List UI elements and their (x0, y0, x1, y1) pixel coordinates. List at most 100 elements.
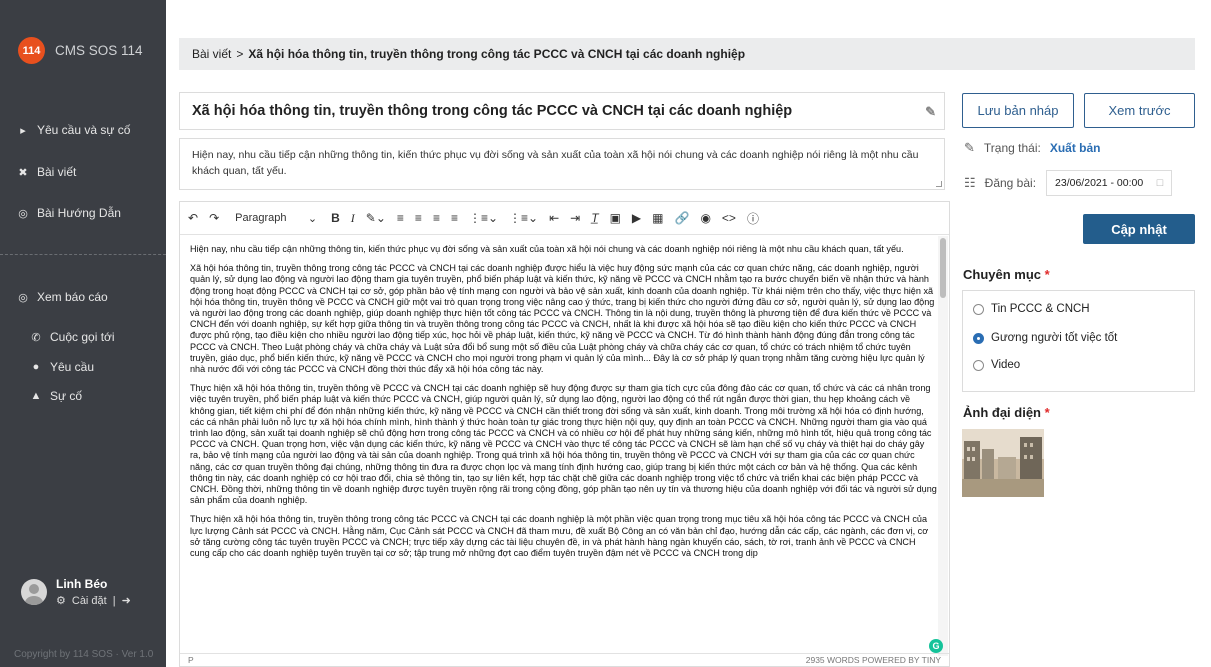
category-title-text: Chuyên mục (963, 267, 1042, 282)
outdent-icon[interactable]: ⇤ (549, 211, 559, 225)
post-title: Xã hội hóa thông tin, truyền thông trong… (192, 103, 793, 119)
compass-icon: ◎ (18, 207, 28, 220)
sidebar-item-label: Bài viết (37, 165, 77, 179)
chevron-down-icon: ⌄ (307, 212, 318, 225)
preview-eye-icon[interactable]: ◉ (700, 211, 710, 225)
link-icon[interactable]: 🔗 (674, 211, 689, 225)
sidebar-item-guides[interactable]: ◎ Bài Hướng Dẫn (16, 206, 121, 220)
format-select[interactable]: Paragraph ⌄ (235, 212, 317, 225)
sidebar-item-incidents[interactable]: ▲ Sự cố (29, 389, 83, 403)
breadcrumb-root[interactable]: Bài viết (192, 47, 231, 61)
undo-icon[interactable]: ↶ (188, 211, 198, 225)
breadcrumb-separator: > (236, 47, 244, 61)
italic-icon[interactable]: I (351, 211, 355, 226)
required-mark: * (1044, 267, 1050, 282)
brand-name: CMS SOS 114 (55, 43, 143, 58)
editor-toolbar: ↶ ↷ Paragraph ⌄ B I ✎⌄ ≡ ≡ ≡ ≡ ⋮≡⌄ ⋮≡⌄ ⇤… (180, 202, 949, 235)
radio-button[interactable] (973, 359, 984, 371)
publish-label: Đăng bài: (984, 176, 1037, 190)
fire-icon: ▲ (30, 390, 42, 402)
featured-image[interactable] (962, 429, 1044, 497)
source-code-icon[interactable]: <> (722, 211, 736, 225)
category-title: Chuyên mục * (963, 267, 1050, 282)
radio-button-selected[interactable] (973, 332, 984, 344)
category-option-label: Tin PCCC & CNCH (991, 303, 1090, 315)
align-right-icon[interactable]: ≡ (433, 211, 440, 225)
help-icon[interactable]: ⓘ (747, 210, 759, 227)
category-option[interactable]: Video (973, 359, 1020, 371)
media-icon[interactable]: ▶ (632, 211, 641, 225)
align-center-icon[interactable]: ≡ (415, 211, 422, 225)
update-button[interactable]: Cập nhật (1083, 214, 1195, 244)
publish-date-input[interactable]: 23/06/2021 - 00:00 □ (1046, 170, 1173, 196)
sidebar-item-label: Xem báo cáo (37, 290, 108, 304)
featured-image-graphic (962, 429, 1044, 497)
category-option-label: Video (991, 359, 1021, 371)
edit-icon[interactable]: ✎ (925, 104, 936, 120)
breadcrumb: Bài viết > Xã hội hóa thông tin, truyền … (179, 38, 1195, 70)
paragraph: Xã hội hóa thông tin, truyền thông trong… (190, 263, 935, 375)
element-path: P (188, 655, 194, 665)
megaphone-icon: ▸ (20, 124, 26, 137)
align-left-icon[interactable]: ≡ (397, 211, 404, 225)
calendar-icon: ☷ (964, 175, 976, 190)
status-value[interactable]: Xuất bản (1050, 141, 1101, 155)
avatar-section-title: Ảnh đại diện * (963, 405, 1050, 420)
brand[interactable]: 114 CMS SOS 114 (18, 37, 143, 64)
compass-icon: ◎ (18, 291, 28, 304)
indent-icon[interactable]: ⇥ (570, 211, 580, 225)
align-justify-icon[interactable]: ≡ (451, 211, 458, 225)
radio-button[interactable] (973, 303, 984, 315)
tools-icon: ✖ (18, 166, 28, 179)
gear-icon[interactable]: ⚙ (56, 594, 66, 607)
category-option[interactable]: Tin PCCC & CNCH (973, 303, 1090, 315)
redo-icon[interactable]: ↷ (209, 211, 219, 225)
bold-icon[interactable]: B (331, 211, 340, 225)
category-list: Tin PCCC & CNCH Gương người tốt việc tốt… (962, 290, 1195, 392)
paragraph: Hiện nay, nhu cầu tiếp cận những thông t… (190, 244, 904, 254)
save-draft-button[interactable]: Lưu bản nháp (962, 93, 1074, 128)
paragraph: Thực hiện xã hội hóa thông tin, truyền t… (190, 383, 937, 506)
grammarly-icon[interactable]: G (929, 639, 943, 653)
word-count: 2935 WORDS POWERED BY TINY (805, 655, 941, 665)
user-panel: Linh Béo ⚙ Cài đặt | ➜ (21, 577, 131, 607)
sidebar-item-incoming-calls[interactable]: ✆ Cuộc gọi tới (29, 330, 114, 344)
text-color-icon[interactable]: ✎⌄ (366, 211, 386, 225)
scrollbar-thumb[interactable] (940, 238, 946, 298)
preview-button[interactable]: Xem trước (1084, 93, 1195, 128)
rich-text-editor: ↶ ↷ Paragraph ⌄ B I ✎⌄ ≡ ≡ ≡ ≡ ⋮≡⌄ ⋮≡⌄ ⇤… (179, 201, 950, 667)
editor-content[interactable]: Hiện nay, nhu cầu tiếp cận những thông t… (190, 244, 937, 654)
bullet-list-icon[interactable]: ⋮≡⌄ (469, 211, 498, 225)
sidebar-item-reports[interactable]: ◎ Xem báo cáo (16, 290, 108, 304)
publish-row: ☷ Đăng bài: 23/06/2021 - 00:00 □ (964, 170, 1173, 196)
breadcrumb-current: Xã hội hóa thông tin, truyền thông trong… (248, 47, 746, 61)
sidebar-divider (0, 254, 166, 255)
settings-link[interactable]: Cài đặt (72, 595, 107, 607)
resize-handle[interactable] (936, 181, 942, 187)
image-icon[interactable]: ▣ (610, 211, 621, 225)
post-summary-field[interactable]: Hiện nay, nhu cầu tiếp cận những thông t… (179, 138, 945, 190)
format-select-value: Paragraph (235, 211, 287, 224)
sidebar-item-requests[interactable]: ● Yêu cầu (29, 360, 94, 374)
status-row: ✎ Trạng thái: Xuất bản (964, 140, 1101, 156)
numbered-list-icon[interactable]: ⋮≡⌄ (509, 211, 538, 225)
category-option[interactable]: Gương người tốt việc tốt (973, 332, 1117, 344)
sidebar-item-label: Bài Hướng Dẫn (37, 206, 121, 220)
gallery-icon[interactable]: ▦ (652, 211, 663, 225)
post-summary: Hiện nay, nhu cầu tiếp cận những thông t… (192, 149, 919, 177)
brand-logo: 114 (18, 37, 45, 64)
sidebar-item-label: Yêu cầu (50, 360, 95, 374)
required-mark: * (1044, 405, 1050, 420)
phone-icon: ✆ (31, 331, 41, 344)
logout-icon[interactable]: ➜ (122, 594, 131, 607)
avatar[interactable] (21, 579, 47, 605)
user-name: Linh Béo (56, 577, 108, 591)
clear-format-icon[interactable]: T̲ (591, 211, 598, 225)
status-label: Trạng thái: (983, 141, 1041, 155)
editor-scrollbar[interactable] (938, 236, 948, 656)
sidebar-item-requests-incidents[interactable]: ▸ Yêu cầu và sự cố (16, 123, 130, 137)
sidebar-item-posts[interactable]: ✖ Bài viết (16, 165, 76, 179)
sidebar-item-label: Sự cố (50, 389, 83, 403)
post-title-field[interactable]: Xã hội hóa thông tin, truyền thông trong… (179, 92, 945, 130)
category-option-label: Gương người tốt việc tốt (991, 332, 1118, 344)
